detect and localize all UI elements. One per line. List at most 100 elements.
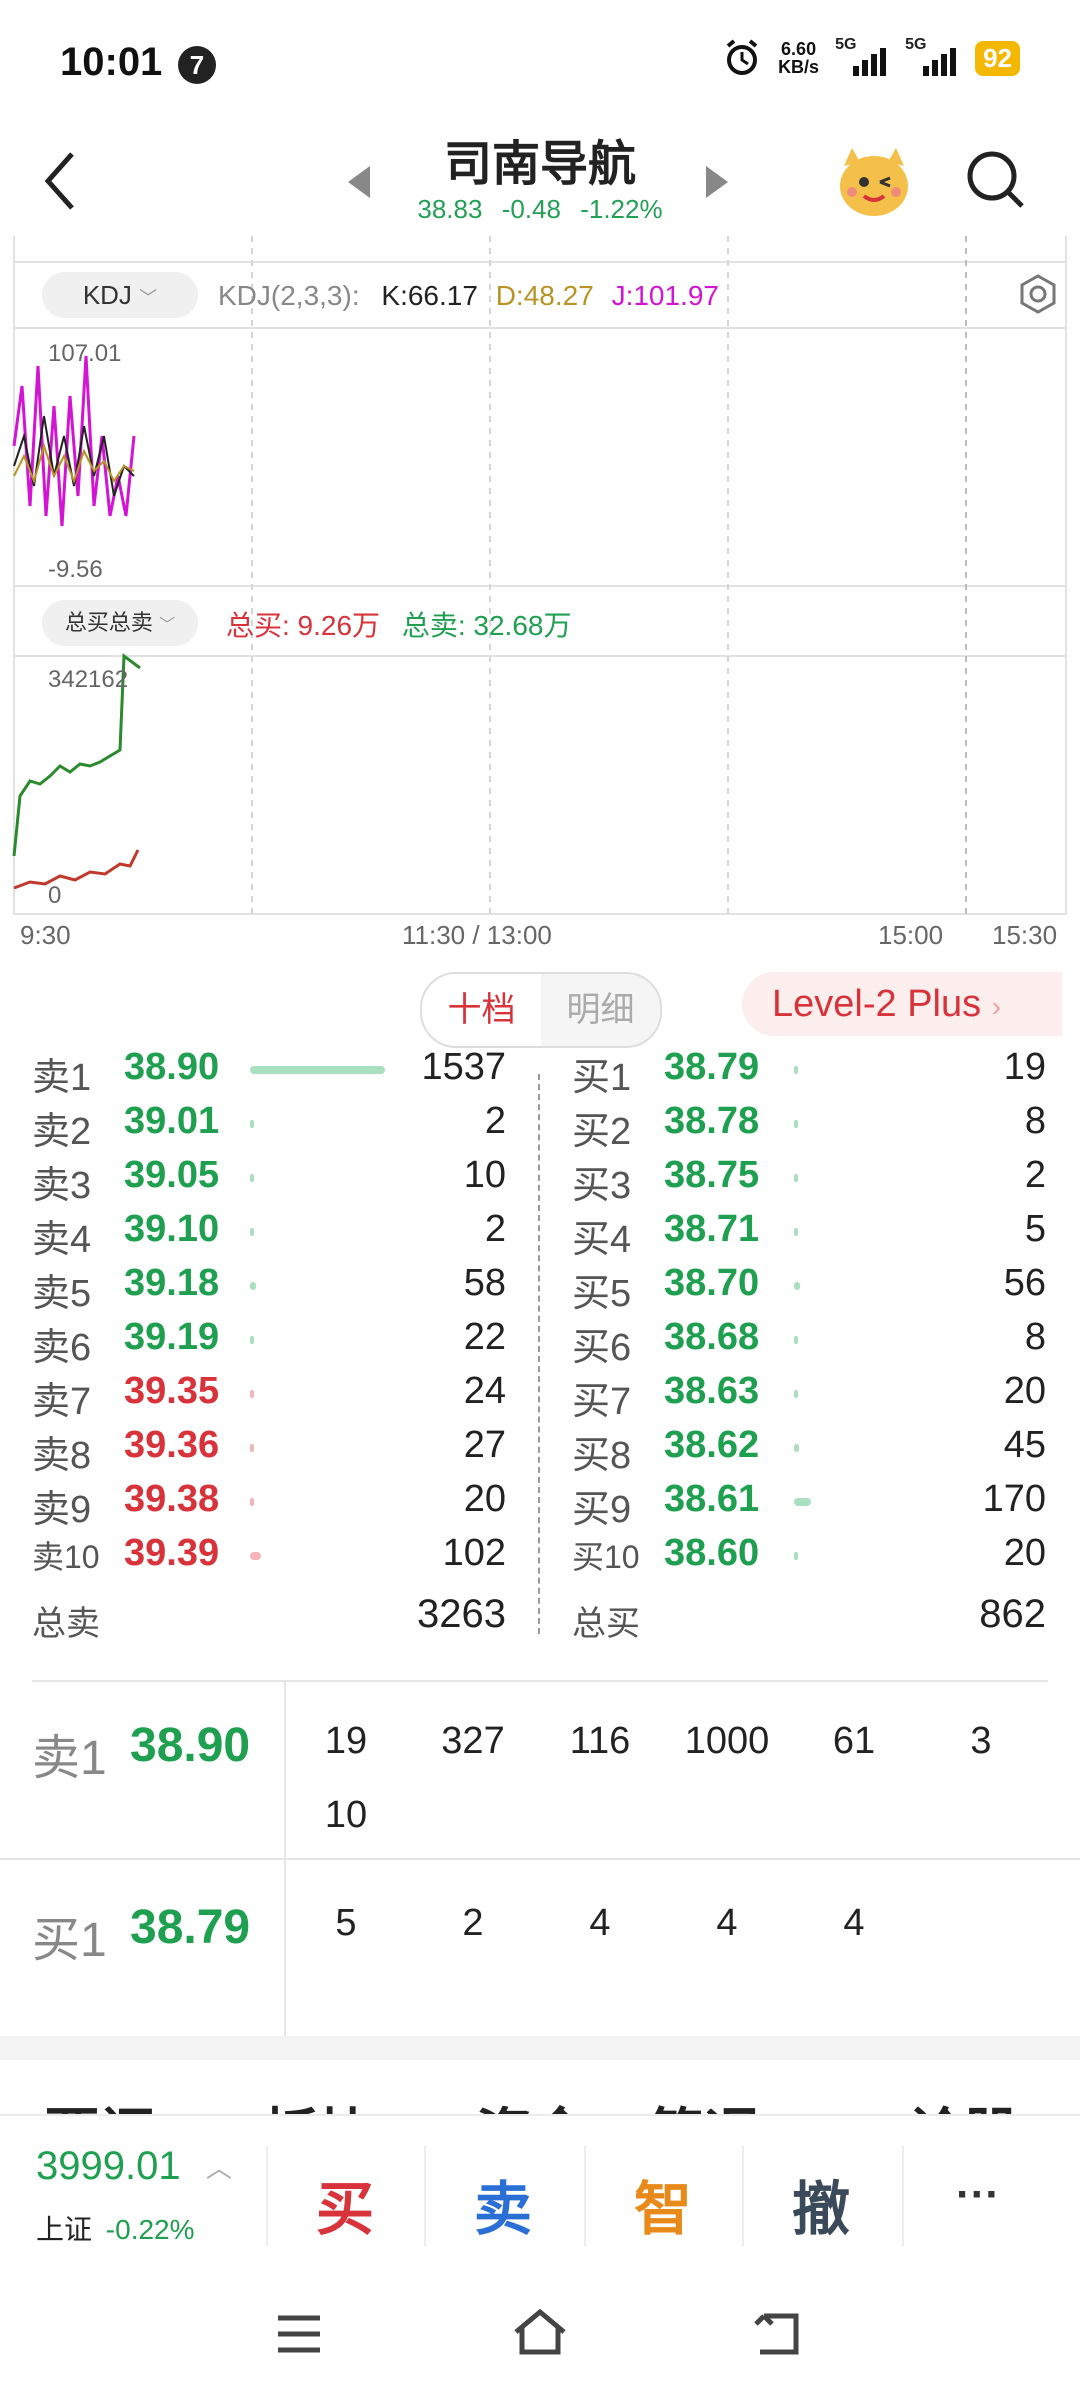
chevron-up-icon[interactable]: ︿ bbox=[206, 2148, 232, 2185]
sell-level-volume: 102 bbox=[442, 1532, 506, 1574]
queue-sell-order: 61 bbox=[832, 1720, 876, 1762]
buy-level-3[interactable]: 买3 38.75 2 bbox=[572, 1154, 1046, 1208]
home-icon[interactable] bbox=[510, 2306, 570, 2358]
buy-level-bar bbox=[794, 1498, 811, 1506]
indicator-selector-label: KDJ bbox=[82, 280, 132, 310]
buy-level-bar bbox=[794, 1066, 798, 1074]
tab-ten-levels[interactable]: 十档 bbox=[422, 974, 541, 1046]
queue-sell-label: 卖1 bbox=[32, 1732, 107, 1785]
buy-button[interactable]: 买 bbox=[316, 2162, 374, 2246]
buy-level-4[interactable]: 买4 38.71 5 bbox=[572, 1208, 1046, 1262]
signal-icon-2: 5G bbox=[905, 36, 959, 76]
buy-level-2[interactable]: 买2 38.78 8 bbox=[572, 1100, 1046, 1154]
sell-level-bar bbox=[250, 1390, 254, 1398]
queue-buy-order: 2 bbox=[462, 1902, 484, 1944]
buy-level-price: 38.61 bbox=[664, 1478, 760, 1520]
total-sell-value: 3263 bbox=[417, 1592, 506, 1636]
kdj-min-label: -9.56 bbox=[48, 556, 103, 583]
index-value[interactable]: 3999.01 bbox=[36, 2144, 181, 2189]
index-name: 上证 -0.22% bbox=[36, 2208, 195, 2248]
tab-f10[interactable]: 简况F10 bbox=[648, 2090, 857, 2114]
sell-button[interactable]: 卖 bbox=[474, 2162, 532, 2246]
sell-level-7[interactable]: 卖7 39.35 24 bbox=[32, 1370, 506, 1424]
index-name-label: 上证 bbox=[36, 2214, 93, 2245]
smart-button[interactable]: 智 bbox=[634, 2162, 692, 2246]
sell-level-6[interactable]: 卖6 39.19 22 bbox=[32, 1316, 506, 1370]
sell-level-2[interactable]: 卖2 39.01 2 bbox=[32, 1100, 506, 1154]
signal-icon: 5G bbox=[835, 36, 889, 76]
signal-label: 5G bbox=[835, 36, 857, 53]
sell-level-4[interactable]: 卖4 39.10 2 bbox=[32, 1208, 506, 1262]
tab-news[interactable]: 要闻 bbox=[44, 2090, 156, 2114]
sell-level-volume: 2 bbox=[484, 1100, 506, 1142]
next-stock-icon[interactable] bbox=[706, 166, 728, 198]
sell-level-price: 39.36 bbox=[124, 1424, 220, 1466]
info-tabs: 要闻 板块 资金 简况F10 诊股 bbox=[0, 2060, 1080, 2114]
back-nav-icon[interactable] bbox=[752, 2308, 802, 2358]
signal-label-2: 5G bbox=[905, 36, 927, 53]
time-axis-close: 15:00 bbox=[878, 920, 944, 950]
time-axis-midday: 11:30 / 13:00 bbox=[402, 920, 552, 950]
buy-level-8[interactable]: 买8 38.62 45 bbox=[572, 1424, 1046, 1478]
sell-level-10[interactable]: 卖10 39.39 102 bbox=[32, 1532, 506, 1586]
sell-level-price: 39.18 bbox=[124, 1262, 220, 1304]
tab-sector[interactable]: 板块 bbox=[262, 2090, 374, 2114]
queue-sell-order: 10 bbox=[324, 1794, 368, 1836]
volume-indicator-selector[interactable]: 总买总卖 ﹀ bbox=[42, 600, 198, 646]
action-divider-1 bbox=[266, 2146, 268, 2246]
queue-sell-order: 116 bbox=[569, 1720, 631, 1762]
queue-buy-order: 4 bbox=[716, 1902, 738, 1944]
tab-diagnosis[interactable]: 诊股 bbox=[908, 2090, 1020, 2114]
sell-level-bar bbox=[250, 1444, 254, 1452]
chevron-right-icon: › bbox=[991, 991, 1002, 1022]
buy-level-1[interactable]: 买1 38.79 19 bbox=[572, 1046, 1046, 1100]
level2-plus-button[interactable]: Level-2 Plus › bbox=[742, 972, 1062, 1036]
sell-level-9[interactable]: 卖9 39.38 20 bbox=[32, 1478, 506, 1532]
sell-level-bar bbox=[250, 1498, 254, 1506]
tab-funds[interactable]: 资金 bbox=[476, 2090, 588, 2114]
buy-level-bar bbox=[794, 1336, 798, 1344]
tab-detail[interactable]: 明细 bbox=[541, 974, 660, 1046]
sell-level-label: 卖10 bbox=[32, 1539, 100, 1575]
section-gap bbox=[0, 2036, 1080, 2060]
buy-level-6[interactable]: 买6 38.68 8 bbox=[572, 1316, 1046, 1370]
total-buy-label: 总买 bbox=[572, 1605, 640, 1643]
sell-level-bar bbox=[250, 1282, 256, 1290]
total-sell-legend: 总卖: 32.68万 bbox=[401, 610, 572, 641]
queue-sell-orders: 19 327 116 1000 61 3 10 bbox=[296, 1720, 1056, 1860]
sell-level-8[interactable]: 卖8 39.36 27 bbox=[32, 1424, 506, 1478]
buy-level-7[interactable]: 买7 38.63 20 bbox=[572, 1370, 1046, 1424]
cancel-button[interactable]: 撤 bbox=[792, 2162, 850, 2246]
buy-level-label: 买9 bbox=[572, 1489, 632, 1531]
queue-divider-top bbox=[32, 1680, 1048, 1682]
battery-indicator: 92 bbox=[975, 40, 1020, 76]
buy-level-price: 38.75 bbox=[664, 1154, 760, 1196]
settings-icon[interactable] bbox=[1016, 272, 1060, 316]
sell-level-3[interactable]: 卖3 39.05 10 bbox=[32, 1154, 506, 1208]
sell-level-5[interactable]: 卖5 39.18 58 bbox=[32, 1262, 506, 1316]
kdj-max-label: 107.01 bbox=[48, 340, 122, 367]
search-icon[interactable] bbox=[964, 148, 1026, 210]
sell-level-label: 卖8 bbox=[32, 1435, 92, 1477]
chart-background bbox=[12, 236, 1067, 915]
buy-level-volume: 8 bbox=[1024, 1100, 1046, 1142]
buy-level-price: 38.68 bbox=[664, 1316, 760, 1358]
queue-divider-middle bbox=[0, 1858, 1080, 1860]
net-speed-value: 6.60 bbox=[781, 39, 817, 59]
sell-level-volume: 20 bbox=[463, 1478, 506, 1520]
buy-level-9[interactable]: 买9 38.61 170 bbox=[572, 1478, 1046, 1532]
sell-level-label: 卖5 bbox=[32, 1273, 92, 1315]
more-button[interactable]: ··· bbox=[956, 2170, 1000, 2220]
mascot-icon[interactable] bbox=[834, 140, 914, 220]
buy-level-10[interactable]: 买10 38.60 20 bbox=[572, 1532, 1046, 1586]
queue-buy-order: 5 bbox=[335, 1902, 357, 1944]
kdj-d-value: D:48.27 bbox=[495, 280, 594, 311]
buy-level-label: 买10 bbox=[572, 1539, 640, 1575]
buy-level-5[interactable]: 买5 38.70 56 bbox=[572, 1262, 1046, 1316]
sell-level-1[interactable]: 卖1 38.90 1537 bbox=[32, 1046, 506, 1100]
menu-icon[interactable] bbox=[274, 2312, 324, 2356]
indicator-selector[interactable]: KDJ ﹀ bbox=[42, 272, 198, 318]
action-divider-3 bbox=[584, 2146, 586, 2246]
buy-level-label: 买6 bbox=[572, 1327, 632, 1369]
sell-level-volume: 2 bbox=[484, 1208, 506, 1250]
